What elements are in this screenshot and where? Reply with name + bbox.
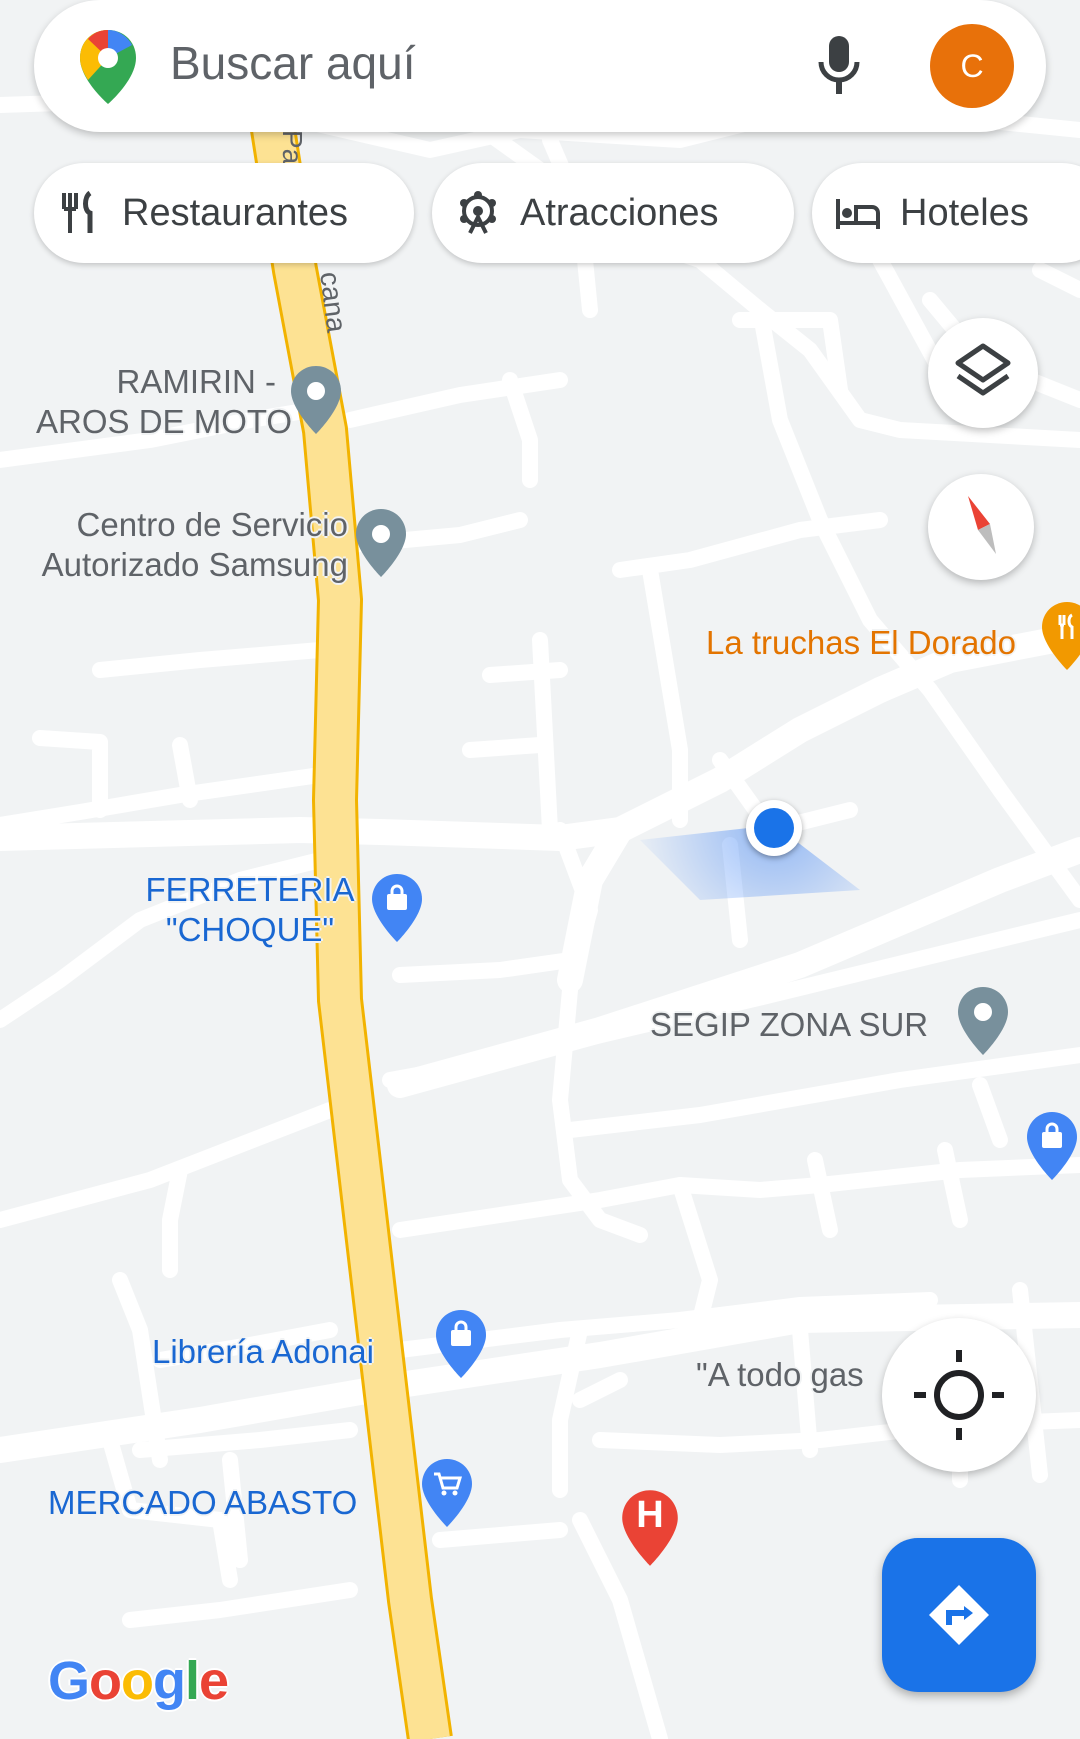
poi-ramirin-line1: RAMIRIN - (116, 363, 277, 400)
google-logo-letter: g (153, 1651, 186, 1711)
chip-hoteles-label: Hoteles (900, 191, 1029, 234)
crosshair-icon (914, 1350, 1004, 1440)
poi-libreria[interactable]: Librería Adonai (152, 1332, 374, 1372)
restaurant-icon (62, 190, 93, 233)
poi-mercado-abasto[interactable]: MERCADO ABASTO (48, 1483, 357, 1523)
poi-samsung-line2: Autorizado Samsung (41, 546, 348, 583)
google-logo-letter: o (121, 1651, 154, 1711)
chip-restaurantes[interactable]: Restaurantes (34, 163, 414, 263)
chip-restaurantes-label: Restaurantes (122, 191, 349, 234)
gray-pin-icon[interactable] (289, 364, 343, 436)
search-bar[interactable]: Buscar aquí C (34, 0, 1046, 132)
gray-pin-icon[interactable] (956, 985, 1010, 1057)
shopping-pin-icon[interactable] (370, 872, 424, 944)
shopping-pin-icon[interactable] (434, 1308, 488, 1380)
shopping-pin-icon[interactable] (1025, 1110, 1079, 1182)
chip-atracciones[interactable]: Atracciones (432, 163, 794, 263)
my-location-dot (746, 800, 802, 856)
search-input[interactable]: Buscar aquí (170, 36, 415, 90)
maps-logo-icon (80, 30, 136, 104)
grocery-pin-icon[interactable] (420, 1457, 474, 1529)
my-location-button[interactable] (882, 1318, 1036, 1472)
layers-button[interactable] (928, 318, 1038, 428)
poi-segip[interactable]: SEGIP ZONA SUR (650, 1005, 928, 1045)
google-logo-letter: G (48, 1651, 90, 1711)
compass-button[interactable] (928, 474, 1034, 580)
poi-samsung-line1: Centro de Servicio (76, 506, 348, 543)
poi-samsung[interactable]: Centro de Servicio Autorizado Samsung (16, 505, 348, 585)
chip-atracciones-label: Atracciones (520, 191, 719, 234)
poi-ferreteria[interactable]: FERRETERIA "CHOQUE" (100, 870, 400, 950)
directions-button[interactable] (882, 1538, 1036, 1692)
poi-ramirin-line2: AROS DE MOTO (36, 403, 293, 440)
poi-ferreteria-line1: FERRETERIA (145, 871, 355, 908)
attractions-icon (460, 191, 496, 234)
hospital-marker-label: H (636, 1494, 664, 1536)
poi-ramirin[interactable]: RAMIRIN - AROS DE MOTO (36, 362, 293, 442)
poi-a-todo-gas[interactable]: "A todo gas (696, 1355, 886, 1395)
restaurant-pin-icon[interactable] (1040, 600, 1080, 672)
account-avatar[interactable]: C (930, 24, 1014, 108)
microphone-icon[interactable] (814, 34, 864, 98)
poi-truchas[interactable]: La truchas El Dorado (706, 623, 1016, 663)
chip-hoteles[interactable]: Hoteles (812, 163, 1080, 263)
road-label-upper: Pa (277, 130, 308, 165)
google-logo: Google (48, 1650, 229, 1712)
hotel-icon (836, 199, 880, 229)
google-logo-letter: e (199, 1651, 229, 1711)
compass-icon (968, 496, 996, 554)
gray-pin-icon[interactable] (354, 507, 408, 579)
layers-icon (955, 343, 1011, 396)
google-logo-letter: o (89, 1651, 122, 1711)
google-logo-letter: l (185, 1651, 200, 1711)
directions-icon (929, 1585, 989, 1645)
poi-ferreteria-line2: "CHOQUE" (165, 911, 335, 948)
